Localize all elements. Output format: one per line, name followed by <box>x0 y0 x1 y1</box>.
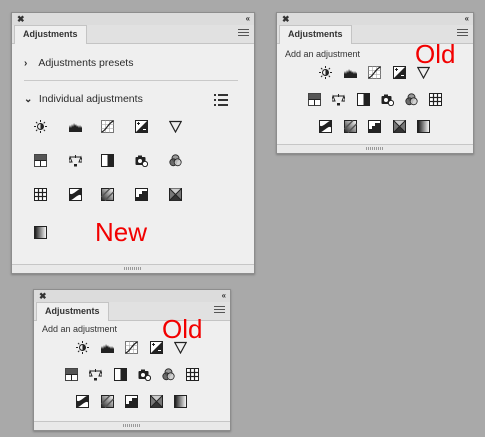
vibrance-icon[interactable] <box>174 341 187 354</box>
photo-filter-icon[interactable] <box>135 154 148 167</box>
add-adjustment-label: Add an adjustment <box>42 324 118 334</box>
black-white-icon[interactable] <box>114 368 127 381</box>
selective-color-icon[interactable] <box>393 120 406 133</box>
resize-grip-icon[interactable] <box>124 267 142 270</box>
color-lookup-icon[interactable] <box>429 93 442 106</box>
collapse-icon[interactable]: ‹‹ <box>465 13 469 25</box>
annotation-old: Old <box>162 314 203 344</box>
levels-icon[interactable] <box>344 66 357 79</box>
selective-color-icon[interactable] <box>150 395 163 408</box>
gradient-map-icon[interactable] <box>34 226 47 239</box>
close-icon[interactable]: ✖ <box>282 13 290 25</box>
panel-footer <box>277 144 473 153</box>
brightness-contrast-icon[interactable] <box>76 341 89 354</box>
add-adjustment-label: Add an adjustment <box>285 49 361 59</box>
curves-icon[interactable] <box>125 341 138 354</box>
posterize-icon[interactable] <box>101 188 114 201</box>
adjustments-panel-old-bottom: ✖ ‹‹ Adjustments Add an adjustment Old <box>33 289 231 431</box>
threshold-icon[interactable] <box>368 120 381 133</box>
color-balance-icon[interactable] <box>332 93 345 106</box>
section-divider <box>24 80 238 81</box>
hue-saturation-icon[interactable] <box>65 368 78 381</box>
threshold-icon[interactable] <box>135 188 148 201</box>
levels-icon[interactable] <box>69 120 82 133</box>
selective-color-icon[interactable] <box>169 188 182 201</box>
collapse-icon[interactable]: ‹‹ <box>222 290 226 302</box>
gradient-map-icon[interactable] <box>174 395 187 408</box>
panel-footer <box>12 264 254 273</box>
threshold-icon[interactable] <box>125 395 138 408</box>
invert-icon[interactable] <box>76 395 89 408</box>
black-white-icon[interactable] <box>101 154 114 167</box>
hue-saturation-icon[interactable] <box>308 93 321 106</box>
vibrance-icon[interactable] <box>169 120 182 133</box>
posterize-icon[interactable] <box>344 120 357 133</box>
adjustments-presets-label: Adjustments presets <box>38 57 134 69</box>
posterize-icon[interactable] <box>101 395 114 408</box>
color-lookup-icon[interactable] <box>34 188 47 201</box>
black-white-icon[interactable] <box>357 93 370 106</box>
channel-mixer-icon[interactable] <box>162 368 175 381</box>
tab-adjustments[interactable]: Adjustments <box>14 25 87 44</box>
exposure-icon[interactable] <box>135 120 148 133</box>
color-balance-icon[interactable] <box>89 368 102 381</box>
annotation-old: Old <box>415 39 456 69</box>
channel-mixer-icon[interactable] <box>169 154 182 167</box>
brightness-contrast-icon[interactable] <box>319 66 332 79</box>
photo-filter-icon[interactable] <box>138 368 151 381</box>
panel-titlebar[interactable]: ✖ ‹‹ <box>12 13 254 25</box>
levels-icon[interactable] <box>101 341 114 354</box>
adjustments-panel-old-top: ✖ ‹‹ Adjustments Add an adjustment Old <box>276 12 474 154</box>
tab-adjustments[interactable]: Adjustments <box>279 25 352 44</box>
resize-grip-icon[interactable] <box>123 424 141 427</box>
photo-filter-icon[interactable] <box>381 93 394 106</box>
invert-icon[interactable] <box>69 188 82 201</box>
invert-icon[interactable] <box>319 120 332 133</box>
panel-footer <box>34 421 230 430</box>
color-balance-icon[interactable] <box>69 154 82 167</box>
curves-icon[interactable] <box>101 120 114 133</box>
brightness-contrast-icon[interactable] <box>34 120 47 133</box>
annotation-new: New <box>95 217 148 247</box>
panel-menu-icon[interactable] <box>214 306 225 315</box>
panel-menu-icon[interactable] <box>457 29 468 38</box>
channel-mixer-icon[interactable] <box>405 93 418 106</box>
tab-adjustments[interactable]: Adjustments <box>36 302 109 321</box>
panel-menu-icon[interactable] <box>238 29 249 38</box>
exposure-icon[interactable] <box>393 66 406 79</box>
curves-icon[interactable] <box>368 66 381 79</box>
resize-grip-icon[interactable] <box>366 147 384 150</box>
vibrance-icon[interactable] <box>417 66 430 79</box>
adjustments-presets-row[interactable]: › Adjustments presets <box>24 56 242 70</box>
panel-titlebar[interactable]: ✖ ‹‹ <box>34 290 230 302</box>
individual-adjustments-label: Individual adjustments <box>38 93 143 105</box>
chevron-right-icon: › <box>24 58 28 69</box>
individual-adjustments-row[interactable]: ⌄ Individual adjustments <box>24 92 242 106</box>
color-lookup-icon[interactable] <box>186 368 199 381</box>
list-view-icon[interactable] <box>214 93 228 106</box>
gradient-map-icon[interactable] <box>417 120 430 133</box>
close-icon[interactable]: ✖ <box>17 13 25 25</box>
close-icon[interactable]: ✖ <box>39 290 47 302</box>
collapse-icon[interactable]: ‹‹ <box>246 13 250 25</box>
chevron-down-icon: ⌄ <box>24 94 33 105</box>
exposure-icon[interactable] <box>150 341 163 354</box>
panel-tabrow: Adjustments <box>12 25 254 44</box>
adjustments-panel-new: ✖ ‹‹ Adjustments › Adjustments presets ⌄… <box>11 12 255 274</box>
panel-titlebar[interactable]: ✖ ‹‹ <box>277 13 473 25</box>
hue-saturation-icon[interactable] <box>34 154 47 167</box>
